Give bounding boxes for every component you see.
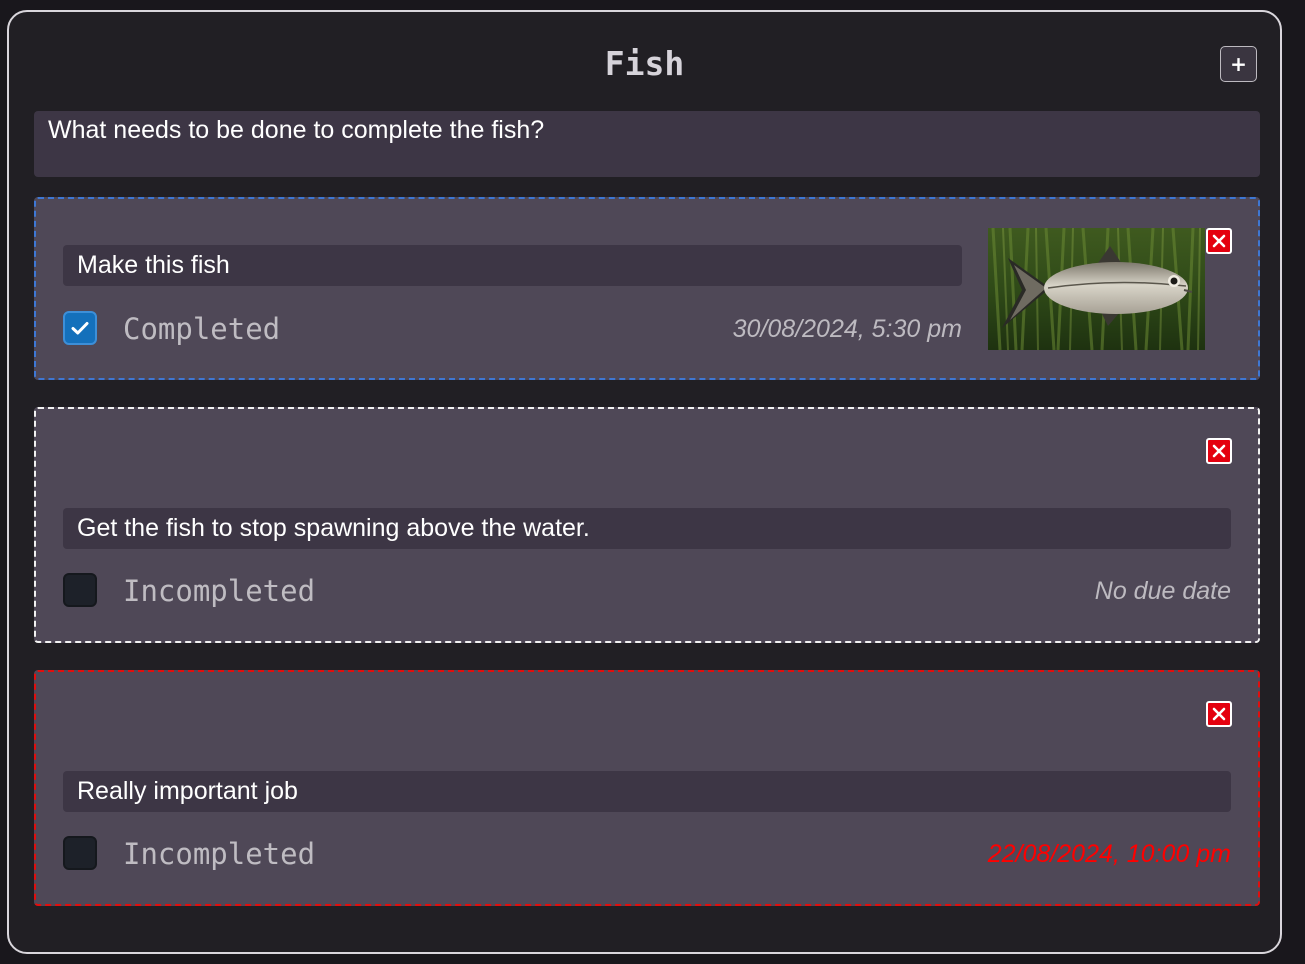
add-task-button[interactable]: +	[1220, 46, 1257, 82]
task-due-date: No due date	[1094, 577, 1231, 605]
delete-task-button[interactable]	[1206, 438, 1232, 464]
list-title: Fish	[604, 44, 685, 83]
list-panel: Fish + What needs to be done to complete…	[7, 10, 1282, 954]
task-card: Get the fish to stop spawning above the …	[34, 407, 1260, 643]
list-description-field[interactable]: What needs to be done to complete the fi…	[34, 111, 1260, 177]
close-icon	[1212, 707, 1226, 721]
delete-task-button[interactable]	[1206, 228, 1232, 254]
task-card: Really important job Incompleted 22/08/2…	[34, 670, 1260, 906]
completed-checkbox[interactable]	[63, 836, 97, 870]
checkmark-icon	[71, 322, 89, 335]
task-due-date: 30/08/2024, 5:30 pm	[732, 315, 962, 343]
completed-checkbox[interactable]	[63, 311, 97, 345]
task-text-field[interactable]: Get the fish to stop spawning above the …	[63, 508, 1231, 549]
close-icon	[1212, 234, 1226, 248]
fish-image	[988, 228, 1205, 350]
task-text-field[interactable]: Really important job	[63, 771, 1231, 812]
task-text-field[interactable]: Make this fish	[63, 245, 962, 286]
completed-checkbox[interactable]	[63, 573, 97, 607]
task-status-label: Incompleted	[123, 837, 316, 871]
delete-task-button[interactable]	[1206, 701, 1232, 727]
close-icon	[1212, 444, 1226, 458]
task-card: Make this fish Completed 30/08/2024, 5:3…	[34, 197, 1260, 380]
task-status-label: Completed	[123, 312, 281, 346]
task-due-date-overdue: 22/08/2024, 10:00 pm	[987, 840, 1231, 868]
task-status-label: Incompleted	[123, 574, 316, 608]
